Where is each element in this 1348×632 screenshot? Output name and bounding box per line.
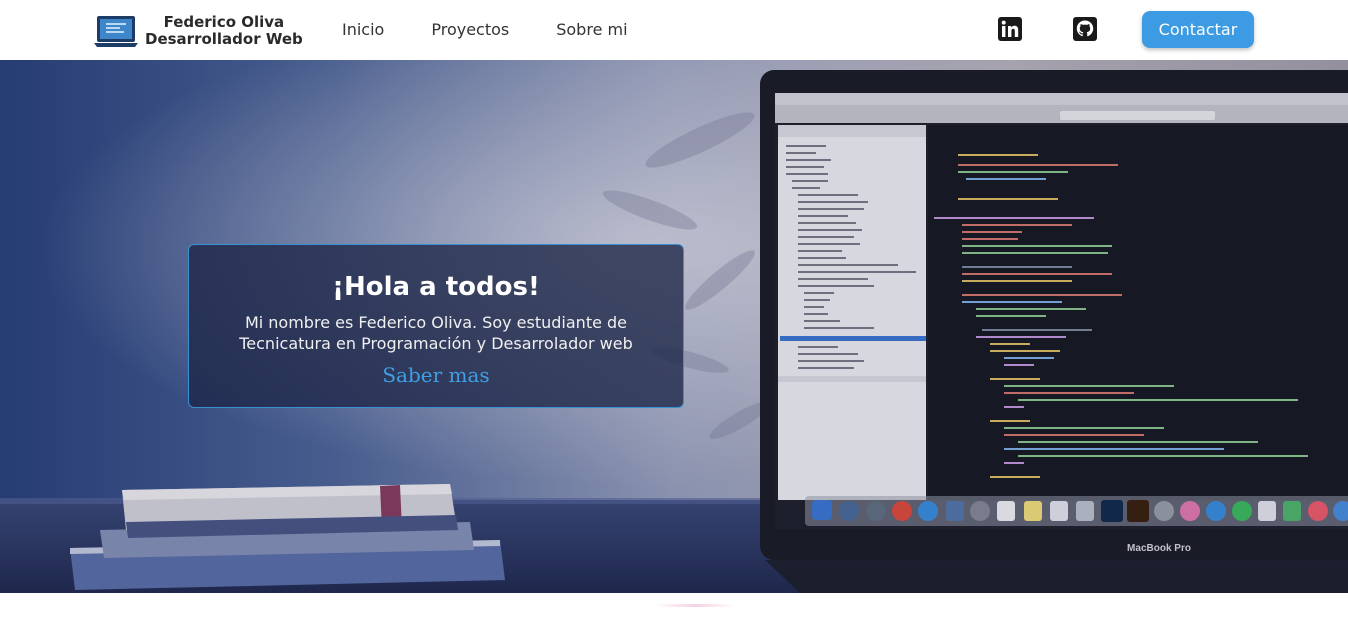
main-nav: Inicio Proyectos Sobre mi [342, 20, 675, 39]
brand[interactable]: Federico Oliva Desarrollador Web [94, 14, 303, 48]
nav-link-sobre-mi[interactable]: Sobre mi [556, 20, 627, 39]
welcome-card: ¡Hola a todos! Mi nombre es Federico Oli… [188, 244, 684, 408]
nav-link-inicio[interactable]: Inicio [342, 20, 384, 39]
laptop-icon [94, 14, 138, 48]
contact-button[interactable]: Contactar [1142, 11, 1254, 48]
welcome-title: ¡Hola a todos! [332, 272, 540, 302]
hero-section: MacBook Pro ¡Hola a todos! Mi nombre es … [0, 60, 1348, 593]
brand-role: Desarrollador Web [145, 30, 303, 48]
github-icon[interactable] [1073, 17, 1097, 41]
brand-name: Federico Oliva [163, 13, 285, 31]
welcome-text: Mi nombre es Federico Oliva. Soy estudia… [239, 313, 633, 353]
navbar: Federico Oliva Desarrollador Web Inicio … [0, 0, 1348, 60]
saber-mas-link[interactable]: Saber mas [382, 363, 489, 387]
linkedin-icon[interactable] [998, 17, 1022, 41]
nav-link-proyectos[interactable]: Proyectos [431, 20, 509, 39]
section-divider [655, 604, 735, 607]
